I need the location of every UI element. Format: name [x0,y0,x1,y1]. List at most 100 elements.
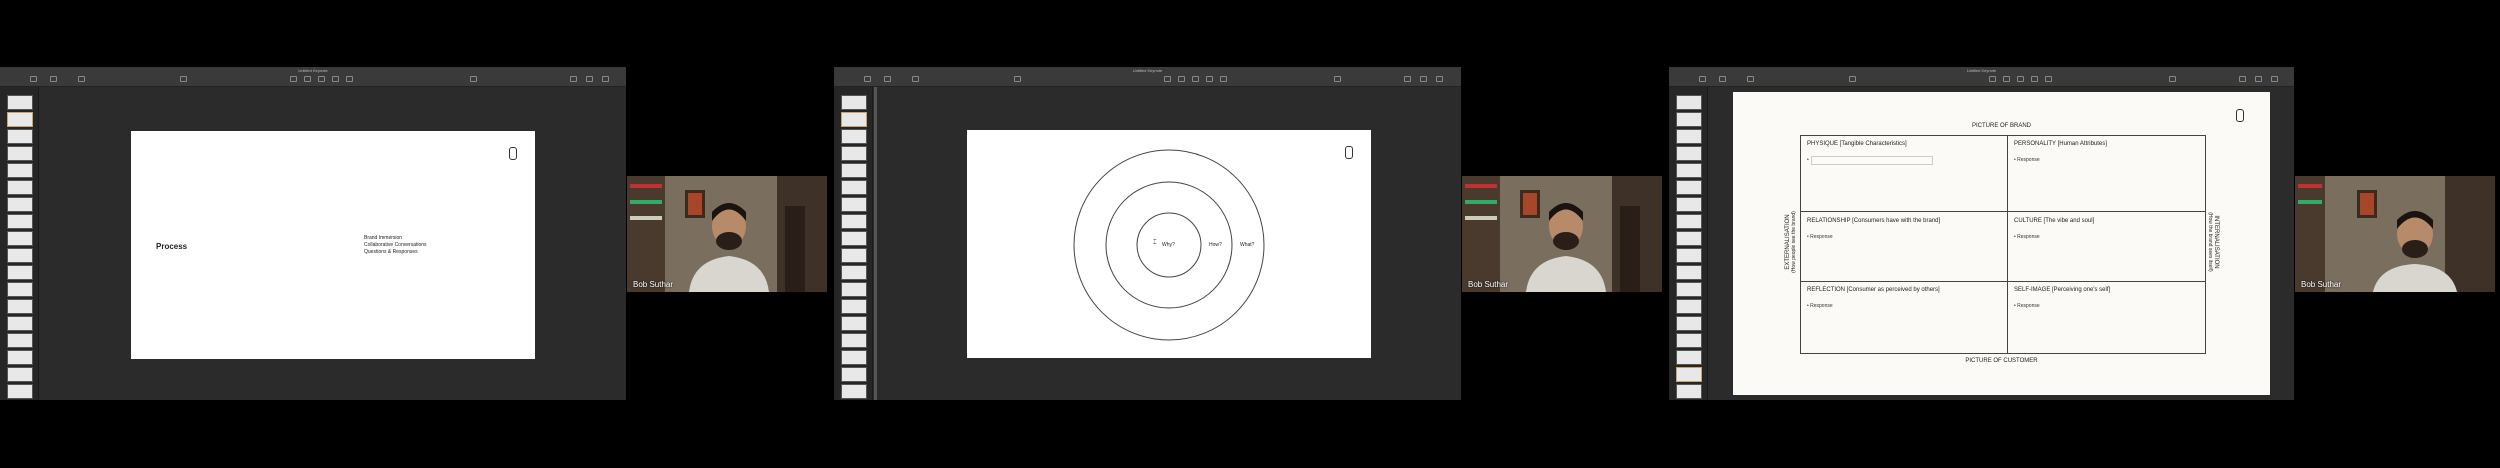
slide-thumbnail[interactable] [841,350,867,365]
slide-thumbnail[interactable] [1676,112,1702,127]
table-icon[interactable] [1989,76,1996,82]
collaborate-icon[interactable] [2169,76,2176,82]
shape-icon[interactable] [332,76,339,82]
slide-thumbnail[interactable] [841,112,867,127]
slide-canvas[interactable]: PICTURE OF BRAND PICTURE OF CUSTOMER PHY… [1733,92,2270,395]
slide-canvas[interactable]: Process Brand Immersion Collaborative Co… [131,131,535,359]
media-icon[interactable] [2045,76,2052,82]
format-icon[interactable] [1404,76,1411,82]
participant-video[interactable]: Bob Suthar [1462,176,1662,292]
slide-canvas[interactable]: ⌶ Why? How? What? [967,130,1371,358]
slide-thumbnail[interactable] [7,350,33,365]
slide-thumbnail[interactable] [1676,265,1702,280]
slide-thumbnail[interactable] [841,163,867,178]
animate-icon[interactable] [1420,76,1427,82]
slide-thumbnail[interactable] [841,214,867,229]
slide-thumbnail[interactable] [7,231,33,246]
cell-response[interactable]: • [1807,157,1809,163]
slide-thumbnail[interactable] [841,282,867,297]
text-icon[interactable] [2017,76,2024,82]
text-icon[interactable] [1192,76,1199,82]
slide-thumbnail[interactable] [841,146,867,161]
media-icon[interactable] [346,76,353,82]
slide-thumbnail[interactable] [841,197,867,212]
slide-thumbnail[interactable] [841,248,867,263]
slide-thumbnail[interactable] [1676,197,1702,212]
slide-navigator[interactable] [834,87,873,400]
table-icon[interactable] [1164,76,1171,82]
slide-thumbnail[interactable] [1676,384,1702,399]
slide-thumbnail[interactable] [1676,282,1702,297]
slide-thumbnail[interactable] [7,299,33,314]
cell-response[interactable]: • Response [2014,303,2040,309]
slide-thumbnail[interactable] [7,180,33,195]
slide-thumbnail[interactable] [7,197,33,212]
slide-thumbnail[interactable] [7,129,33,144]
animate-icon[interactable] [2255,76,2262,82]
view-icon[interactable] [30,76,37,82]
collaborate-icon[interactable] [470,76,477,82]
navigator-scrollbar[interactable] [874,87,877,400]
document-icon[interactable] [602,76,609,82]
slide-navigator[interactable] [0,87,39,400]
table-icon[interactable] [290,76,297,82]
media-icon[interactable] [1220,76,1227,82]
participant-video[interactable]: Bob Suthar [627,176,827,292]
slide-thumbnail[interactable] [1676,214,1702,229]
cell-response[interactable]: • Response [1807,234,1833,240]
slide-thumbnail[interactable] [841,265,867,280]
slide-thumbnail[interactable] [1676,248,1702,263]
cell-response[interactable]: • Response [2014,157,2040,163]
slide-thumbnail[interactable] [1676,299,1702,314]
cell-response[interactable]: • Response [1807,303,1833,309]
slide-thumbnail[interactable] [841,231,867,246]
slide-thumbnail[interactable] [1676,316,1702,331]
shape-icon[interactable] [1206,76,1213,82]
slide-thumbnail[interactable] [841,333,867,348]
shape-icon[interactable] [2031,76,2038,82]
view-icon[interactable] [864,76,871,82]
slide-thumbnail[interactable] [7,214,33,229]
slide-thumbnail[interactable] [7,163,33,178]
slide-thumbnail[interactable] [841,180,867,195]
slide-thumbnail[interactable] [1676,333,1702,348]
slide-thumbnail[interactable] [1676,180,1702,195]
text-icon[interactable] [318,76,325,82]
text-input-box[interactable] [1811,156,1933,165]
slide-thumbnail[interactable] [7,248,33,263]
slide-thumbnail[interactable] [7,112,33,127]
add-slide-icon[interactable] [78,76,85,82]
slide-thumbnail[interactable] [7,282,33,297]
slide-thumbnail[interactable] [1676,146,1702,161]
slide-thumbnail[interactable] [7,333,33,348]
slide-thumbnail[interactable] [841,367,867,382]
play-icon[interactable] [1849,76,1856,82]
slide-thumbnail[interactable] [841,316,867,331]
slide-thumbnail[interactable] [841,299,867,314]
collaborate-icon[interactable] [1334,76,1341,82]
format-icon[interactable] [570,76,577,82]
slide-thumbnail[interactable] [1676,231,1702,246]
slide-thumbnail[interactable] [7,384,33,399]
add-slide-icon[interactable] [1747,76,1754,82]
slide-thumbnail[interactable] [1676,367,1702,382]
slide-thumbnail[interactable] [1676,163,1702,178]
view-icon[interactable] [1699,76,1706,82]
play-icon[interactable] [180,76,187,82]
slide-thumbnail[interactable] [1676,129,1702,144]
slide-thumbnail[interactable] [841,95,867,110]
slide-thumbnail[interactable] [1676,95,1702,110]
slide-thumbnail[interactable] [7,265,33,280]
document-icon[interactable] [1436,76,1443,82]
slide-thumbnail[interactable] [1676,350,1702,365]
slide-thumbnail[interactable] [7,95,33,110]
chart-icon[interactable] [2003,76,2010,82]
slide-thumbnail[interactable] [7,367,33,382]
participant-video[interactable]: Bob Suthar [2295,176,2495,292]
zoom-icon[interactable] [1719,76,1726,82]
cell-response[interactable]: • Response [2014,234,2040,240]
play-icon[interactable] [1014,76,1021,82]
chart-icon[interactable] [1178,76,1185,82]
zoom-icon[interactable] [884,76,891,82]
format-icon[interactable] [2239,76,2246,82]
